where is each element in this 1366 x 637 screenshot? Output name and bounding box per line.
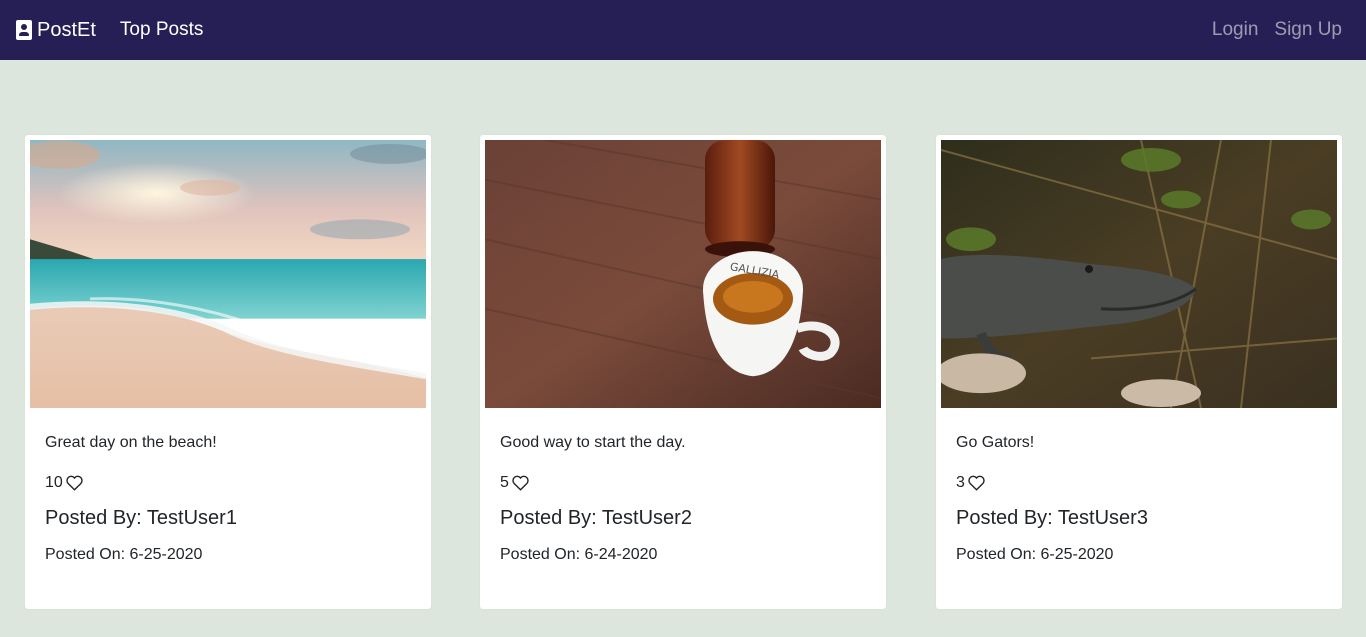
post-body: Great day on the beach! 10 Posted By: Te… bbox=[45, 434, 411, 564]
posted-on: Posted On: 6-24-2020 bbox=[500, 546, 658, 563]
post-image-alligator bbox=[937, 136, 1341, 412]
post-caption: Go Gators! bbox=[956, 434, 1035, 451]
posted-by: Posted By: TestUser2 bbox=[500, 507, 692, 529]
brand-label: PostEt bbox=[37, 18, 96, 41]
posted-on: Posted On: 6-25-2020 bbox=[45, 546, 203, 563]
post-caption: Good way to start the day. bbox=[500, 434, 686, 451]
signup-link[interactable]: Sign Up bbox=[1274, 19, 1342, 41]
post-body: Good way to start the day. 5 Posted By: … bbox=[500, 434, 866, 564]
posted-by: Posted By: TestUser3 bbox=[956, 507, 1148, 529]
post-likes: 3 bbox=[956, 474, 1322, 492]
like-count: 3 bbox=[956, 474, 965, 491]
heart-icon[interactable] bbox=[66, 475, 83, 491]
like-count: 5 bbox=[500, 474, 509, 491]
post-caption: Great day on the beach! bbox=[45, 434, 217, 451]
heart-icon[interactable] bbox=[512, 475, 529, 491]
navbar: PostEt Top Posts Login Sign Up bbox=[0, 0, 1366, 60]
post-likes: 5 bbox=[500, 474, 866, 492]
post-card: GALLIZIA Good way to start the day. 5 Po… bbox=[480, 135, 886, 609]
heart-icon[interactable] bbox=[968, 475, 985, 491]
posted-by: Posted By: TestUser1 bbox=[45, 507, 237, 529]
post-card: Go Gators! 3 Posted By: TestUser3 Posted… bbox=[936, 135, 1342, 609]
like-count: 10 bbox=[45, 474, 63, 491]
brand-link[interactable]: PostEt bbox=[16, 19, 96, 42]
top-posts-link[interactable]: Top Posts bbox=[120, 19, 203, 41]
post-image-coffee: GALLIZIA bbox=[481, 136, 885, 412]
contact-badge-icon bbox=[16, 20, 32, 40]
post-card: Great day on the beach! 10 Posted By: Te… bbox=[25, 135, 431, 609]
post-likes: 10 bbox=[45, 474, 411, 492]
posted-on: Posted On: 6-25-2020 bbox=[956, 546, 1114, 563]
post-body: Go Gators! 3 Posted By: TestUser3 Posted… bbox=[956, 434, 1322, 564]
auth-links: Login Sign Up bbox=[1212, 19, 1350, 41]
post-image-beach bbox=[26, 136, 430, 412]
login-link[interactable]: Login bbox=[1212, 19, 1259, 41]
post-grid: Great day on the beach! 10 Posted By: Te… bbox=[0, 60, 1366, 637]
